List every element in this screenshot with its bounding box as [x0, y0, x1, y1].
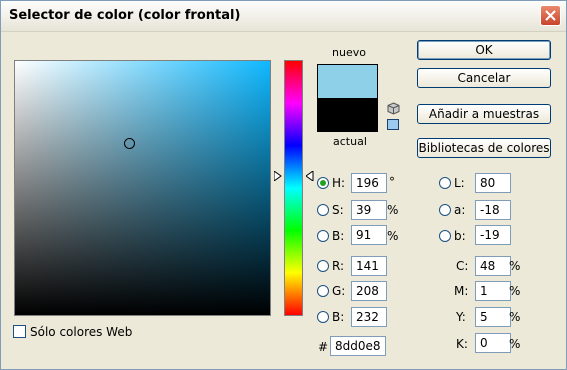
title-bar: Selector de color (color frontal) — [1, 1, 566, 32]
color-picker-dialog: Selector de color (color frontal) nuevo … — [0, 0, 567, 370]
g-label: G: — [332, 284, 346, 298]
g-field[interactable]: 208 — [351, 281, 387, 301]
m-label: M: — [454, 284, 469, 298]
hue-slider-right-arrow[interactable] — [306, 171, 314, 181]
y-label: Y: — [456, 310, 466, 324]
b-label: B: — [332, 229, 345, 243]
y-unit: % — [509, 310, 521, 324]
current-color-swatch[interactable] — [317, 98, 378, 132]
s-field[interactable]: 39 — [351, 200, 387, 220]
a-field[interactable]: -18 — [475, 200, 511, 220]
radio-g[interactable] — [317, 285, 329, 297]
l-label: L: — [454, 176, 465, 190]
web-colors-only-label: Sólo colores Web — [30, 325, 133, 339]
blue-label: B: — [332, 310, 345, 324]
new-color-label: nuevo — [332, 46, 366, 59]
s-unit: % — [387, 203, 399, 217]
k-field[interactable]: 0 — [475, 333, 511, 353]
m-field[interactable]: 1 — [475, 281, 511, 301]
hex-label: # — [318, 340, 329, 354]
m-unit: % — [509, 284, 521, 298]
radio-s[interactable] — [317, 204, 329, 216]
radio-a[interactable] — [439, 204, 451, 216]
b-unit: % — [387, 229, 399, 243]
blue-field[interactable]: 232 — [351, 307, 387, 327]
h-label: H: — [332, 176, 346, 190]
l-field[interactable]: 80 — [475, 173, 511, 193]
close-button[interactable] — [540, 5, 561, 26]
hex-field[interactable]: 8dd0e8 — [330, 336, 386, 356]
h-field[interactable]: 196 — [351, 173, 387, 193]
c-unit: % — [509, 259, 521, 273]
y-field[interactable]: 5 — [475, 307, 511, 327]
ok-button[interactable]: OK — [417, 40, 551, 60]
add-to-swatches-button[interactable]: Añadir a muestras — [417, 104, 551, 124]
color-field[interactable] — [14, 60, 271, 316]
lab-b-field[interactable]: -19 — [475, 225, 511, 245]
k-label: K: — [456, 337, 468, 351]
cube-icon[interactable] — [387, 102, 400, 115]
lab-b-label: b: — [454, 229, 466, 243]
web-safe-swatch-icon[interactable] — [387, 119, 399, 130]
hue-slider[interactable] — [284, 60, 303, 316]
b-field[interactable]: 91 — [351, 225, 387, 245]
k-unit: % — [509, 337, 521, 351]
cancel-button[interactable]: Cancelar — [417, 68, 551, 88]
hue-slider-left-arrow[interactable] — [274, 171, 282, 181]
s-label: S: — [332, 203, 344, 217]
c-label: C: — [456, 259, 469, 273]
c-field[interactable]: 48 — [475, 256, 511, 276]
radio-h[interactable] — [317, 177, 329, 189]
color-libraries-button[interactable]: Bibliotecas de colores — [417, 138, 551, 158]
new-color-swatch — [317, 64, 378, 98]
radio-r[interactable] — [317, 260, 329, 272]
radio-lab-b[interactable] — [439, 230, 451, 242]
radio-b[interactable] — [317, 230, 329, 242]
radio-blue[interactable] — [317, 311, 329, 323]
web-colors-only-checkbox[interactable] — [13, 325, 26, 338]
color-field-cursor[interactable] — [124, 138, 135, 149]
radio-l[interactable] — [439, 177, 451, 189]
r-field[interactable]: 141 — [351, 256, 387, 276]
close-icon — [545, 10, 556, 21]
r-label: R: — [332, 259, 345, 273]
current-color-label: actual — [333, 135, 367, 148]
a-label: a: — [454, 203, 466, 217]
h-unit: ° — [389, 175, 395, 189]
dialog-title: Selector de color (color frontal) — [9, 8, 241, 23]
